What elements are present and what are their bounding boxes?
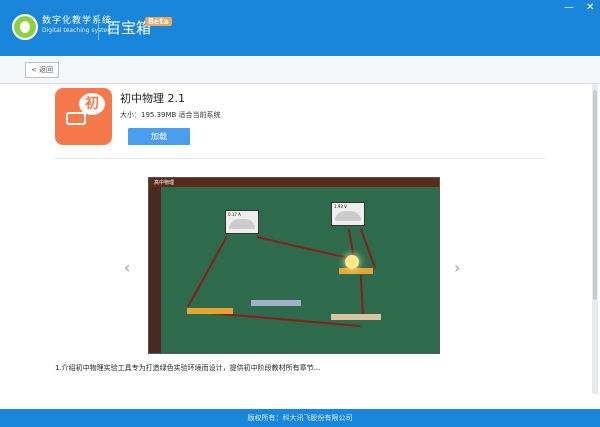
nav-bar <box>0 56 600 84</box>
preview-titlebar <box>149 178 439 187</box>
app-icon: 初 <box>55 88 112 145</box>
preview-screenshot: 高中物理 0.17 A 1.93 V <box>148 177 440 354</box>
ammeter-scale <box>229 219 255 229</box>
ammeter-reading: 0.17 A <box>228 212 241 217</box>
wire <box>256 236 347 259</box>
copyright: 版权所有：科大讯飞股份有限公司 <box>247 414 353 422</box>
preview-app-title: 高中物理 <box>154 180 175 186</box>
wire <box>187 236 228 308</box>
app-description: 1.介绍初中物理实验工具专为打造绿色实验环境而设计，提供初中阶段教材所有章节..… <box>55 364 321 372</box>
next-screenshot-button[interactable]: › <box>454 258 460 277</box>
prev-screenshot-button[interactable]: ‹ <box>124 258 130 277</box>
switch <box>187 308 233 314</box>
header-divider <box>98 14 99 40</box>
back-button[interactable]: < 返回 <box>25 62 59 78</box>
rheostat <box>331 314 381 320</box>
voltmeter-scale <box>335 211 361 221</box>
bulb-base <box>339 268 373 274</box>
preview-toolbar <box>149 187 161 353</box>
wire <box>360 274 365 319</box>
minimize-button[interactable]: — <box>564 2 574 13</box>
voltmeter-reading: 1.93 V <box>334 204 347 209</box>
battery <box>251 300 301 306</box>
app-size: 大小：195.39MB 适合当前系统 <box>120 111 221 119</box>
ammeter: 0.17 A <box>225 210 259 234</box>
close-button[interactable]: ✕ <box>586 2 594 13</box>
beta-badge: Beta <box>145 17 172 26</box>
section-divider <box>55 158 545 159</box>
voltmeter: 1.93 V <box>331 202 365 226</box>
bulb <box>345 255 359 269</box>
brand-name: 数字化教学系统 <box>42 16 113 26</box>
wire <box>360 228 377 269</box>
app-icon-label: 初 <box>79 93 105 115</box>
load-button[interactable]: 加载 <box>128 128 190 145</box>
circuit-icon <box>66 112 86 125</box>
scrollbar-thumb[interactable] <box>593 90 597 300</box>
brand-subtitle: Digital teaching system <box>42 27 114 34</box>
logo-icon <box>12 14 38 40</box>
app-title: 初中物理 2.1 <box>120 92 185 105</box>
